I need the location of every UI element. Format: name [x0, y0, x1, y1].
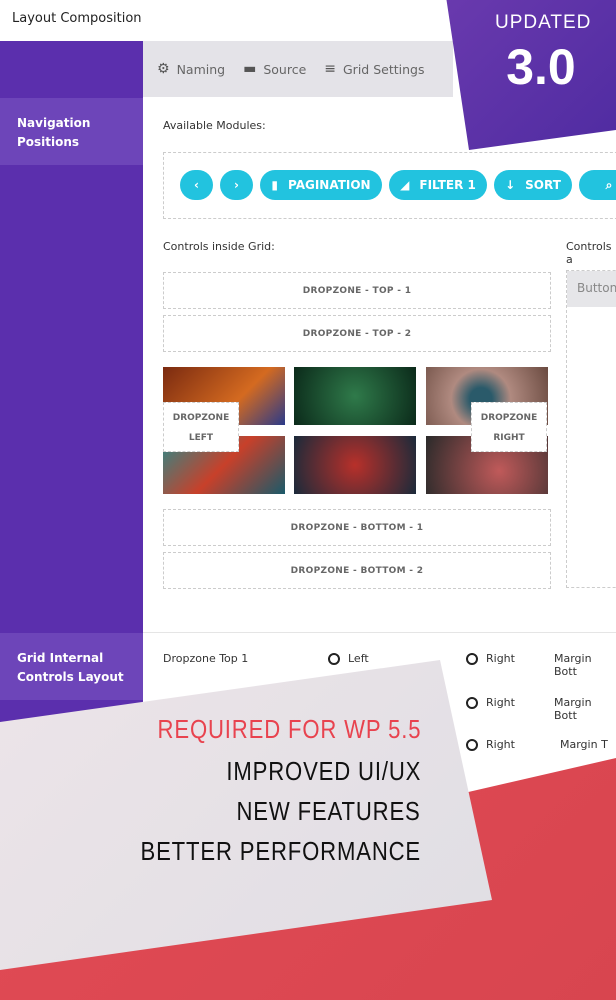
dropzone-top-2[interactable]: DROPZONE - TOP - 2 [163, 315, 551, 352]
radio-right[interactable]: Right [466, 738, 515, 751]
dropzone-bottom-2[interactable]: DROPZONE - BOTTOM - 2 [163, 552, 551, 589]
radio-icon [466, 697, 478, 709]
menu-icon: ≡ [324, 61, 336, 77]
radio-icon [466, 653, 478, 665]
dropzone-top-1[interactable]: DROPZONE - TOP - 1 [163, 272, 551, 309]
radio-left[interactable]: Left [328, 652, 369, 665]
promo-line: BETTER PERFORMANCE [140, 836, 421, 866]
search-icon: ⌕ [605, 177, 613, 192]
modules-area: ‹ › ▮ PAGINATION ◢ FILTER 1 ↓ SORT ⌕ [163, 152, 616, 219]
module-sort[interactable]: ↓ SORT [494, 170, 572, 200]
divider [143, 632, 616, 633]
module-search[interactable]: ⌕ [579, 170, 616, 200]
controls-outside-label: Controls a [566, 240, 612, 266]
margin-label: Margin Bott [554, 652, 592, 678]
sidebar: Navigation Positions Grid Internal Contr… [0, 41, 143, 741]
margin-label: Margin T [560, 738, 608, 751]
promo-line: NEW FEATURES [236, 796, 421, 826]
sidebar-item-navigation-positions[interactable]: Navigation Positions [0, 98, 143, 165]
radio-icon [328, 653, 340, 665]
dropzone-left[interactable]: DROPZONE LEFT [163, 402, 239, 452]
file-icon: ▮ [271, 178, 278, 192]
chevron-left-icon: ‹ [194, 178, 199, 192]
tab-bar: ⚙ Naming ▬ Source ≡ Grid Settings [143, 41, 453, 97]
available-modules-label: Available Modules: [163, 119, 266, 132]
grid-image-succulent [294, 436, 416, 494]
promo-line: IMPROVED UI/UX [226, 756, 421, 786]
chevron-right-icon: › [234, 178, 239, 192]
module-filter[interactable]: ◢ FILTER 1 [389, 170, 487, 200]
tab-naming[interactable]: ⚙ Naming [157, 61, 225, 77]
button-module[interactable]: Button [567, 271, 616, 307]
controls-outside-panel: Button [566, 270, 616, 588]
folder-icon: ▬ [243, 61, 257, 77]
badge-version: 3.0 [506, 39, 576, 95]
promo-required: REQUIRED FOR WP 5.5 [157, 714, 421, 744]
gear-icon: ⚙ [157, 61, 170, 77]
bullhorn-icon: ◢ [400, 178, 410, 192]
module-prev[interactable]: ‹ [180, 170, 213, 200]
radio-right[interactable]: Right [466, 652, 515, 665]
radio-right[interactable]: Right [466, 696, 515, 709]
tab-grid-settings[interactable]: ≡ Grid Settings [324, 61, 424, 77]
controls-inside-label: Controls inside Grid: [163, 240, 275, 253]
page-title: Layout Composition [12, 11, 142, 26]
dropzone-right[interactable]: DROPZONE RIGHT [471, 402, 547, 452]
badge-label: UPDATED [495, 12, 592, 33]
dropzone-bottom-1[interactable]: DROPZONE - BOTTOM - 1 [163, 509, 551, 546]
module-next[interactable]: › [220, 170, 253, 200]
updated-badge: UPDATED 3.0 [445, 0, 616, 150]
sidebar-item-grid-internal-controls[interactable]: Grid Internal Controls Layout [0, 633, 143, 700]
radio-icon [466, 739, 478, 751]
grid-image-fern [294, 367, 416, 425]
module-pagination[interactable]: ▮ PAGINATION [260, 170, 382, 200]
tab-source[interactable]: ▬ Source [243, 61, 306, 77]
row-name: Dropzone Top 1 [163, 652, 249, 665]
sort-alpha-icon: ↓ [505, 178, 516, 192]
margin-label: Margin Bott [554, 696, 592, 722]
